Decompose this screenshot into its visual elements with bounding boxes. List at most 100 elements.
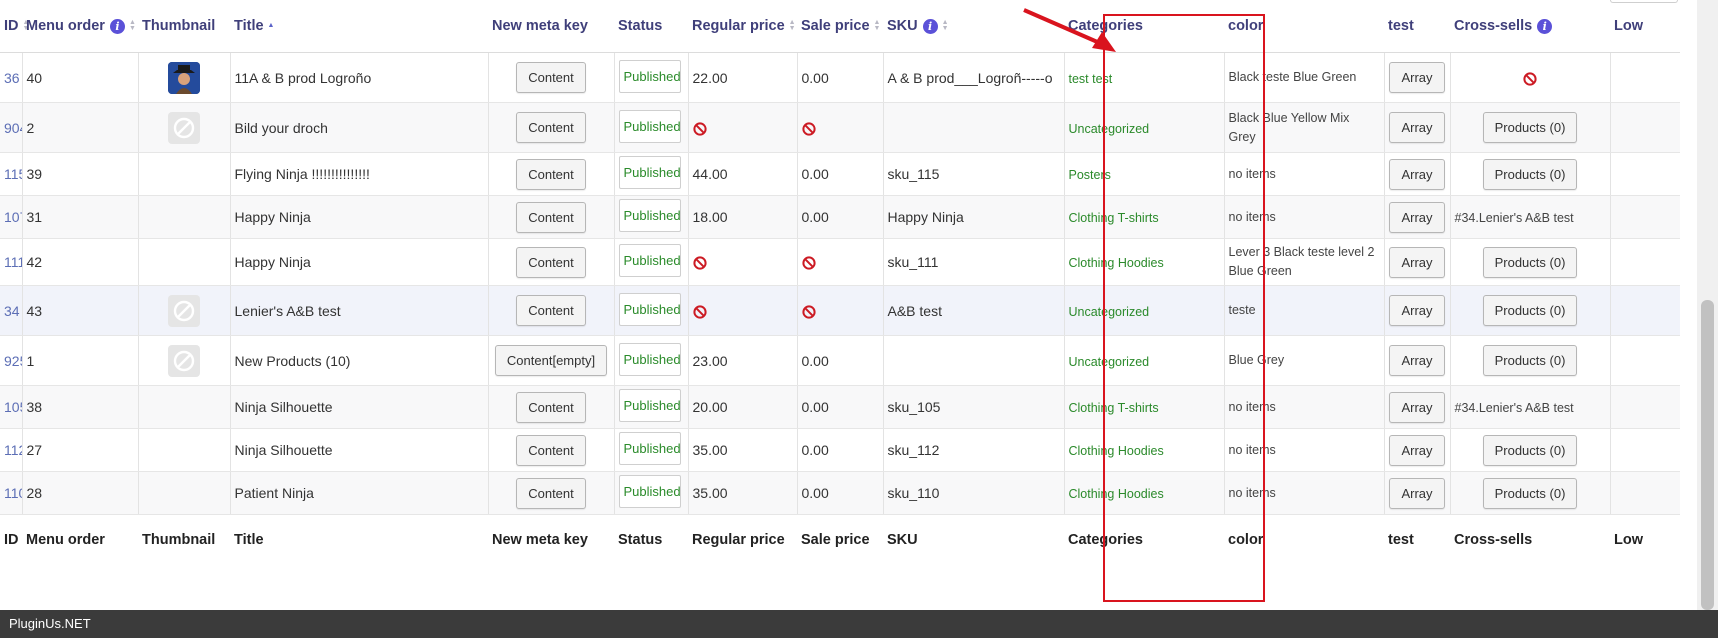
- cell-menu-order[interactable]: 28: [22, 471, 139, 515]
- cell-sku[interactable]: A & B prod___Logroñ-----o: [883, 52, 1065, 103]
- column-header-title[interactable]: Title ▲: [230, 0, 488, 53]
- cell-categories[interactable]: Clothing Hoodies: [1064, 238, 1225, 286]
- product-id-link[interactable]: 111: [4, 254, 21, 270]
- cell-thumbnail[interactable]: [138, 195, 231, 239]
- status-select[interactable]: Published: [618, 389, 681, 422]
- cross-sells-value[interactable]: #34.Lenier's A&B test: [1455, 211, 1574, 225]
- cell-regular-price[interactable]: 23.00: [688, 335, 798, 386]
- cell-title[interactable]: Lenier's A&B test: [230, 285, 489, 336]
- product-thumbnail-image[interactable]: [168, 61, 200, 94]
- cell-thumbnail[interactable]: [138, 152, 231, 196]
- cell-sale-price[interactable]: 0.00: [797, 195, 884, 239]
- cell-sale-price[interactable]: [797, 285, 884, 336]
- cell-title[interactable]: Bild your droch: [230, 102, 489, 153]
- cell-regular-price[interactable]: 44.00: [688, 152, 798, 196]
- array-button[interactable]: Array: [1389, 112, 1445, 143]
- product-id-link[interactable]: 904: [4, 120, 21, 136]
- sort-arrows-icon[interactable]: ▲: [268, 22, 276, 29]
- products-button[interactable]: Products (0): [1482, 112, 1578, 143]
- cell-regular-price[interactable]: [688, 102, 798, 153]
- cross-sells-value[interactable]: #34.Lenier's A&B test: [1455, 401, 1574, 415]
- table-row[interactable]: 112 27 Ninja Silhouette Content Published 35.…: [0, 428, 1680, 472]
- array-button[interactable]: Array: [1389, 434, 1445, 466]
- cell-sale-price[interactable]: [797, 102, 884, 153]
- cell-sku[interactable]: sku_111: [883, 238, 1065, 286]
- cell-color[interactable]: teste: [1224, 285, 1385, 336]
- cell-color[interactable]: no items: [1224, 471, 1385, 515]
- cell-sale-price[interactable]: 0.00: [797, 152, 884, 196]
- products-button[interactable]: Products (0): [1482, 295, 1578, 326]
- cell-categories[interactable]: Clothing Hoodies: [1064, 428, 1225, 472]
- content-button[interactable]: Content: [516, 477, 586, 509]
- cell-thumbnail[interactable]: [138, 335, 231, 386]
- status-select[interactable]: Published: [618, 199, 681, 232]
- cell-title[interactable]: Ninja Silhouette: [230, 428, 489, 472]
- vertical-scrollbar[interactable]: [1697, 0, 1718, 610]
- cell-color[interactable]: no items: [1224, 195, 1385, 239]
- cell-title[interactable]: New Products (10): [230, 335, 489, 386]
- cell-menu-order[interactable]: 38: [22, 385, 139, 429]
- cell-sku[interactable]: sku_105: [883, 385, 1065, 429]
- cell-categories[interactable]: Clothing T-shirts: [1064, 195, 1225, 239]
- column-header-menu-order[interactable]: Menu order i ▲ ▼: [22, 0, 138, 53]
- product-id-link[interactable]: 112: [4, 442, 21, 458]
- table-row[interactable]: 904 2 Bild your droch Content Published Uncat…: [0, 102, 1680, 153]
- array-button[interactable]: Array: [1389, 201, 1445, 233]
- cell-sku[interactable]: [883, 102, 1065, 153]
- array-button[interactable]: Array: [1389, 345, 1445, 376]
- status-select[interactable]: Published: [618, 292, 681, 326]
- cell-menu-order[interactable]: 39: [22, 152, 139, 196]
- content-button[interactable]: Content: [516, 295, 586, 326]
- cell-title[interactable]: Ninja Silhouette: [230, 385, 489, 429]
- content-button[interactable]: Content[empty]: [494, 345, 608, 376]
- cell-title[interactable]: Flying Ninja !!!!!!!!!!!!!!!: [230, 152, 489, 196]
- table-row[interactable]: 111 42 Happy Ninja Content Published sku_111 C…: [0, 238, 1680, 286]
- table-row[interactable]: 107 31 Happy Ninja Content Published 18.00 0.0…: [0, 195, 1680, 239]
- array-button[interactable]: Array: [1389, 246, 1445, 278]
- array-button[interactable]: Array: [1389, 295, 1445, 326]
- sort-arrows-icon[interactable]: ▲ ▼: [129, 19, 137, 32]
- cell-sku[interactable]: Happy Ninja: [883, 195, 1065, 239]
- cell-menu-order[interactable]: 42: [22, 238, 139, 286]
- cell-thumbnail[interactable]: [138, 285, 231, 336]
- cell-regular-price[interactable]: 22.00: [688, 52, 798, 103]
- content-button[interactable]: Content: [516, 391, 586, 423]
- cell-title[interactable]: 11A & B prod Logroño: [230, 52, 489, 103]
- cell-title[interactable]: Patient Ninja: [230, 471, 489, 515]
- cell-sale-price[interactable]: 0.00: [797, 52, 884, 103]
- image-placeholder-icon[interactable]: [168, 294, 200, 327]
- cell-menu-order[interactable]: 27: [22, 428, 139, 472]
- cell-regular-price[interactable]: [688, 285, 798, 336]
- cell-regular-price[interactable]: 35.00: [688, 428, 798, 472]
- image-placeholder-icon[interactable]: [168, 111, 200, 144]
- cell-categories[interactable]: Clothing Hoodies: [1064, 471, 1225, 515]
- product-id-link[interactable]: 925: [4, 353, 21, 369]
- top-partial-button[interactable]: [1610, 0, 1678, 3]
- cell-thumbnail[interactable]: [138, 52, 231, 103]
- cell-thumbnail[interactable]: [138, 428, 231, 472]
- status-select[interactable]: Published: [618, 59, 681, 93]
- array-button[interactable]: Array: [1389, 477, 1445, 509]
- cell-menu-order[interactable]: 40: [22, 52, 139, 103]
- cell-color[interactable]: no items: [1224, 152, 1385, 196]
- status-select[interactable]: Published: [618, 475, 681, 508]
- cell-categories[interactable]: Posters: [1064, 152, 1225, 196]
- cell-thumbnail[interactable]: [138, 385, 231, 429]
- cell-thumbnail[interactable]: [138, 238, 231, 286]
- cell-color[interactable]: no items: [1224, 428, 1385, 472]
- table-row[interactable]: 34 43 Lenier's A&B test Content Published A&B…: [0, 285, 1680, 336]
- cell-sale-price[interactable]: 0.00: [797, 335, 884, 386]
- cell-title[interactable]: Happy Ninja: [230, 195, 489, 239]
- products-button[interactable]: Products (0): [1482, 345, 1578, 376]
- cell-color[interactable]: Black teste Blue Green: [1224, 52, 1385, 103]
- product-id-link[interactable]: 105: [4, 399, 21, 415]
- content-button[interactable]: Content: [516, 112, 586, 143]
- cell-menu-order[interactable]: 2: [22, 102, 139, 153]
- cell-categories[interactable]: Clothing T-shirts: [1064, 385, 1225, 429]
- product-id-link[interactable]: 115: [4, 166, 21, 182]
- cell-color[interactable]: Black Blue Yellow Mix Grey: [1224, 102, 1385, 153]
- cell-thumbnail[interactable]: [138, 471, 231, 515]
- column-header-id[interactable]: ID ▲ ▼: [0, 0, 29, 53]
- sort-arrows-icon[interactable]: ▲ ▼: [942, 19, 950, 32]
- array-button[interactable]: Array: [1389, 158, 1445, 190]
